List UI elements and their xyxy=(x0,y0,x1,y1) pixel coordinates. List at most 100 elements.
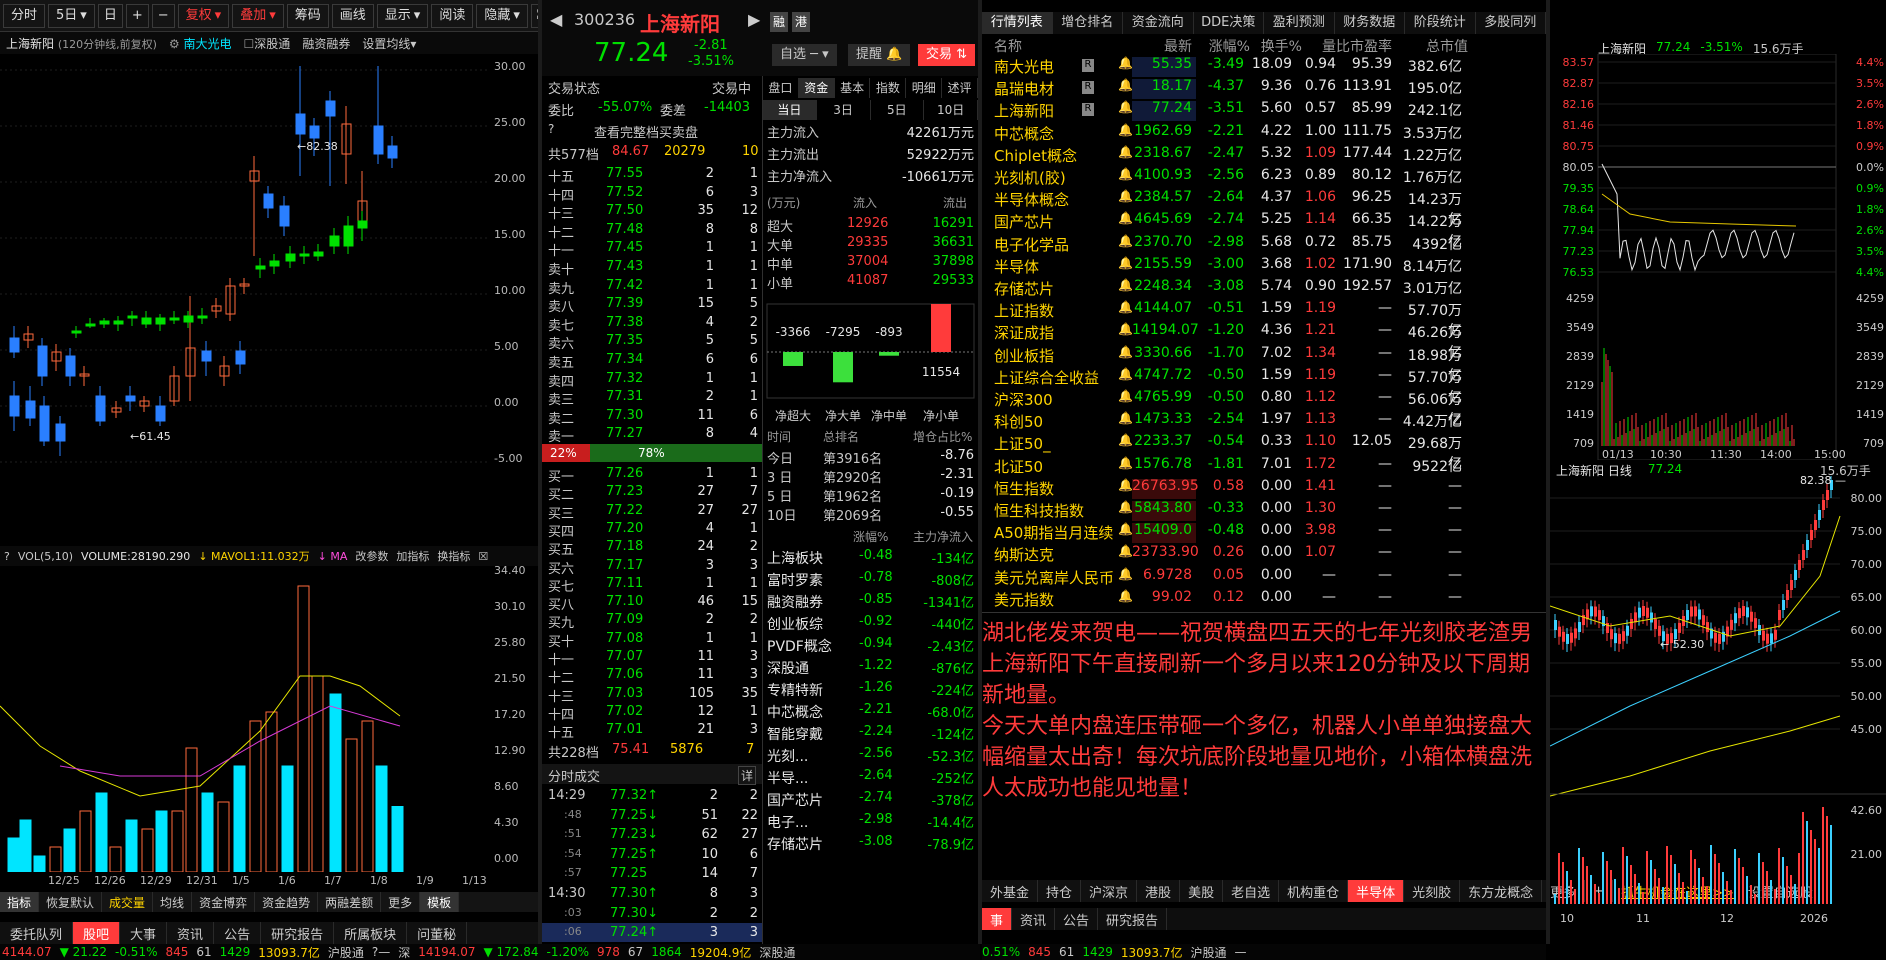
watchlist-tab[interactable]: 港股 xyxy=(1137,880,1181,902)
fund-tab[interactable]: 述评 xyxy=(942,78,978,98)
bell-icon[interactable]: 🔔 xyxy=(1118,433,1133,447)
sector-name[interactable]: 半导... xyxy=(767,768,808,788)
watchlist-tab[interactable]: 外基金 xyxy=(982,880,1039,902)
next-stock-icon[interactable]: ▶ xyxy=(748,10,760,29)
change-param[interactable]: 改参数 xyxy=(355,548,388,564)
watchlist-tab[interactable]: 持仓 xyxy=(1038,880,1082,902)
market-tab[interactable]: 盈利预测 xyxy=(1264,12,1335,34)
market-row-name[interactable]: 存储芯片 xyxy=(994,278,1054,299)
close-icon[interactable]: ☒ xyxy=(478,550,488,563)
bell-icon[interactable]: 🔔 xyxy=(1118,411,1133,425)
bell-icon[interactable]: 🔔 xyxy=(1118,567,1133,581)
bell-icon[interactable]: 🔔 xyxy=(1118,278,1133,292)
margin-label[interactable]: 融资融券 xyxy=(302,35,350,52)
sz-connect-label[interactable]: ☐深股通 xyxy=(244,35,291,52)
fund-period-tab[interactable]: 当日 xyxy=(763,100,817,120)
market-row-name[interactable]: 国产芯片 xyxy=(994,211,1054,232)
bell-icon[interactable]: 🔔 xyxy=(1118,367,1133,381)
prev-stock-icon[interactable]: ◀ xyxy=(550,10,562,29)
bell-icon[interactable]: 🔔 xyxy=(1118,256,1133,270)
sector-name[interactable]: 融资融券 xyxy=(767,592,823,612)
bell-icon[interactable]: 🔔 xyxy=(1118,56,1133,70)
volume-chart[interactable] xyxy=(0,566,488,872)
sector-name[interactable]: 光刻... xyxy=(767,746,808,766)
bell-icon[interactable]: 🔔 xyxy=(1118,522,1133,536)
market-row-name[interactable]: 南大光电 xyxy=(994,56,1054,77)
minus-button[interactable]: − xyxy=(151,3,175,28)
tab-5day[interactable]: 5日 ▾ xyxy=(48,3,95,28)
indicator-tab[interactable]: 资金博弈 xyxy=(192,892,256,912)
bell-icon[interactable]: 🔔 xyxy=(1118,456,1133,470)
info-tab-right[interactable]: 公告 xyxy=(1055,908,1099,930)
indicator-tab[interactable]: 成交量 xyxy=(102,892,154,912)
display-button[interactable]: 显示 ▾ xyxy=(376,3,429,28)
plus-button[interactable]: + xyxy=(125,3,149,28)
market-row-name[interactable]: 晶瑞电材 xyxy=(994,78,1054,99)
mini-intraday-chart[interactable]: 83.57 4.4% 82.87 3.5% 82.16 2.6% 81.46 1.8% 80.7… xyxy=(1550,54,1886,460)
fund-tab[interactable]: 基本 xyxy=(835,78,871,98)
bell-icon[interactable]: 🔔 xyxy=(1118,300,1133,314)
fund-period-tab[interactable]: 10日 xyxy=(924,100,978,120)
bell-icon[interactable]: 🔔 xyxy=(1118,189,1133,203)
info-tab[interactable]: 资讯 xyxy=(167,922,215,944)
sector-name[interactable]: 智能穿戴 xyxy=(767,724,823,744)
adjust-button[interactable]: 复权 ▾ xyxy=(177,3,230,28)
bell-icon[interactable]: 🔔 xyxy=(1118,589,1133,603)
add-indicator[interactable]: 加指标 xyxy=(396,548,429,564)
fund-tab[interactable]: 资金 xyxy=(798,78,835,98)
market-row-name[interactable]: 恒生指数 xyxy=(994,478,1054,499)
bell-icon[interactable]: 🔔 xyxy=(1118,478,1133,492)
market-row-name[interactable]: 电子化学品 xyxy=(994,234,1069,255)
fund-tab[interactable]: 指数 xyxy=(870,78,907,98)
sh-connect[interactable]: 沪股通 xyxy=(328,944,364,960)
watchlist-tab[interactable]: 半导体 xyxy=(1348,880,1405,902)
draw-button[interactable]: 画线 xyxy=(331,3,374,28)
market-tab[interactable]: DDE决策 xyxy=(1194,12,1264,34)
help-icon[interactable]: ? xyxy=(4,550,10,563)
help-icon[interactable]: ?— xyxy=(372,945,390,959)
indicator-tab[interactable]: 恢复默认 xyxy=(39,892,103,912)
indicator-tab[interactable]: 更多 xyxy=(381,892,421,912)
hide-button[interactable]: 隐藏 ▾ xyxy=(476,3,528,28)
sector-name[interactable]: 存储芯片 xyxy=(767,834,823,854)
full-book-link[interactable]: 查看完整档买卖盘 xyxy=(594,122,698,141)
daily-candle-chart[interactable]: 80.00 75.00 70.00 65.00 60.00 55.00 50.00 45.00… xyxy=(1550,476,1886,944)
bell-icon[interactable]: 🔔 xyxy=(1118,322,1133,336)
sector-name[interactable]: 电子... xyxy=(767,812,808,832)
tab-intraday[interactable]: 分时 xyxy=(3,3,46,28)
sector-name[interactable]: 上海板块 xyxy=(767,548,823,568)
market-tab[interactable]: 阶段统计 xyxy=(1405,12,1476,34)
watchlist-tab[interactable]: 光刻胶 xyxy=(1404,880,1461,902)
market-row-name[interactable]: 半导体概念 xyxy=(994,189,1069,210)
market-tab[interactable]: 财务数据 xyxy=(1335,12,1405,34)
watchlist-tab[interactable]: 老自选 xyxy=(1223,880,1280,902)
info-tab[interactable]: 股吧 xyxy=(73,922,121,944)
bell-icon[interactable]: 🔔 xyxy=(1118,500,1133,514)
market-tab[interactable]: 资金流向 xyxy=(1123,12,1194,34)
ticks-detail-button[interactable]: 详 xyxy=(738,766,757,785)
info-tab-right[interactable]: 研究报告 xyxy=(1098,908,1168,930)
sector-name[interactable]: 中芯概念 xyxy=(767,702,823,722)
market-row-name[interactable]: 创业板指 xyxy=(994,345,1054,366)
watchlist-tab[interactable]: 美股 xyxy=(1180,880,1224,902)
bell-icon[interactable]: 🔔 xyxy=(1118,167,1133,181)
bell-icon[interactable]: 🔔 xyxy=(1118,345,1133,359)
market-row-name[interactable]: 中芯概念 xyxy=(994,123,1054,144)
sector-name[interactable]: 富时罗素 xyxy=(767,570,823,590)
market-row-name[interactable]: 恒生科技指数 xyxy=(994,500,1084,521)
sector-name[interactable]: 深股通 xyxy=(767,658,809,678)
ma-settings[interactable]: 设置均线▾ xyxy=(362,35,416,52)
market-row-name[interactable]: 美元指数 xyxy=(994,589,1054,610)
market-row-name[interactable]: 纳斯达克 xyxy=(994,544,1054,565)
info-tab[interactable]: 大事 xyxy=(120,922,168,944)
market-row-name[interactable]: Chiplet概念 xyxy=(994,145,1077,166)
info-tab[interactable]: 公告 xyxy=(214,922,262,944)
trade-button[interactable]: 交易 ⇅ xyxy=(918,44,976,66)
market-row-name[interactable]: 光刻机(胶) xyxy=(994,167,1066,188)
bell-icon[interactable]: 🔔 xyxy=(1118,100,1133,114)
market-row-name[interactable]: 美元兑离岸人民币 xyxy=(994,567,1114,588)
market-row-name[interactable]: 上证50_ xyxy=(994,433,1051,454)
indicator-tab[interactable]: 模板 xyxy=(420,892,460,912)
watchlist-tab[interactable]: 沪深京 xyxy=(1081,880,1138,902)
market-row-name[interactable]: 半导体 xyxy=(994,256,1039,277)
